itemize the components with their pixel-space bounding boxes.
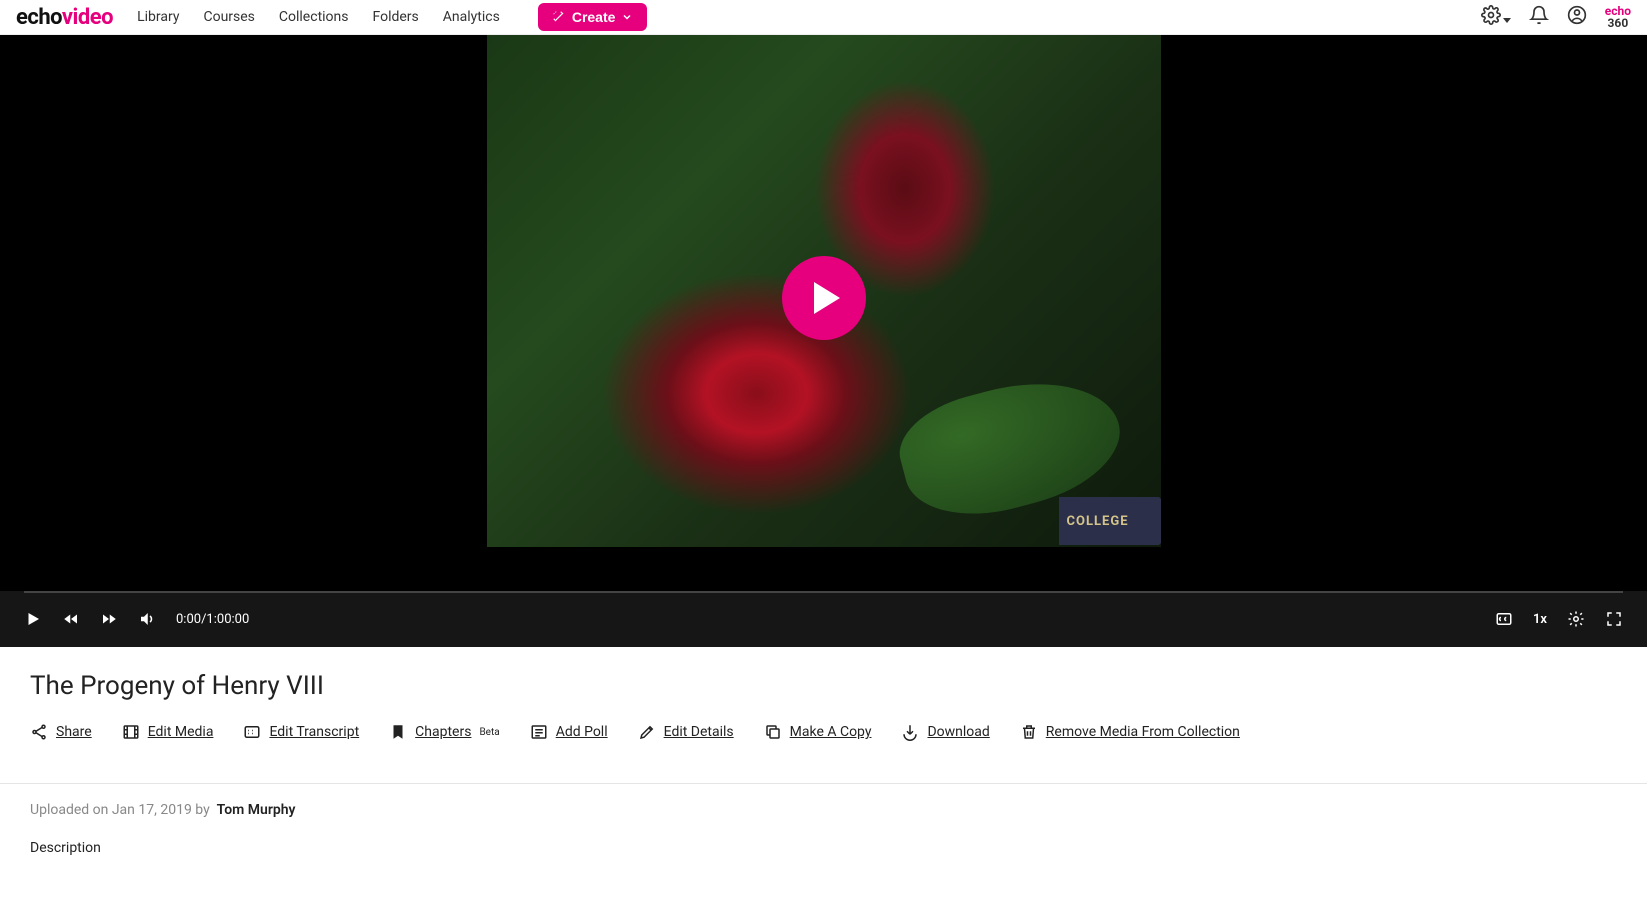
brand-logo[interactable]: echovideo [16,5,113,30]
rewind-icon[interactable] [62,610,80,628]
chevron-down-icon [621,11,633,23]
nav-folders[interactable]: Folders [373,9,419,25]
watermark-text: COLLEGE [1067,514,1129,529]
by-text: by [192,802,213,818]
progress-bar[interactable] [24,591,1623,593]
video-watermark: COLLEGE [1059,497,1159,545]
controls-right: 1x [1495,610,1623,628]
main-scroll-area[interactable]: COLLEGE 0:00/1:00:00 1x The Progeny of H… [0,35,1647,918]
account-button[interactable] [1567,5,1587,29]
edit-transcript-action[interactable]: Edit Transcript [243,723,359,741]
add-poll-action[interactable]: Add Poll [530,723,608,741]
nav-links: Library Courses Collections Folders Anal… [137,3,647,31]
player-controls: 0:00/1:00:00 1x [0,591,1647,647]
nav-right: echo 360 [1481,5,1631,29]
share-action[interactable]: Share [30,723,92,741]
fast-forward-icon[interactable] [100,610,118,628]
nav-library[interactable]: Library [137,9,179,25]
upload-info: Uploaded on Jan 17, 2019 by Tom Murphy [30,802,1617,818]
play-icon[interactable] [24,610,42,628]
make-copy-label: Make A Copy [790,724,872,740]
edit-details-label: Edit Details [664,724,734,740]
nav-courses[interactable]: Courses [203,9,254,25]
share-label: Share [56,724,92,740]
user-circle-icon [1567,5,1587,25]
poll-icon [530,723,548,741]
create-label: Create [572,9,616,25]
share-icon [30,723,48,741]
chapters-label: Chapters [415,724,471,740]
edit-media-label: Edit Media [148,724,214,740]
create-button[interactable]: Create [538,3,648,31]
captions-icon[interactable] [1495,610,1513,628]
time-display: 0:00/1:00:00 [176,612,249,627]
edit-media-action[interactable]: Edit Media [122,723,214,741]
gear-icon [1481,5,1501,25]
make-copy-action[interactable]: Make A Copy [764,723,872,741]
caret-down-icon [1503,18,1511,23]
edit-transcript-label: Edit Transcript [269,724,359,740]
echo360-logo[interactable]: echo 360 [1605,5,1631,29]
download-action[interactable]: Download [901,723,989,741]
player-settings-icon[interactable] [1567,610,1585,628]
copy-icon [764,723,782,741]
bell-icon [1529,5,1549,25]
video-player-region: COLLEGE [0,35,1647,591]
download-label: Download [927,724,989,740]
chapters-badge: Beta [479,727,499,738]
download-icon [901,723,919,741]
film-icon [122,723,140,741]
bookmark-icon [389,723,407,741]
transcript-icon [243,723,261,741]
settings-gear-button[interactable] [1481,5,1511,29]
brand-part2: video [62,5,113,30]
remove-action[interactable]: Remove Media From Collection [1020,723,1240,741]
uploaded-date: Jan 17, 2019 [112,802,192,818]
notifications-button[interactable] [1529,5,1549,29]
play-button[interactable] [782,256,866,340]
author-name[interactable]: Tom Murphy [217,802,296,818]
video-actions: Share Edit Media Edit Transcript Chapter… [30,723,1617,765]
remove-label: Remove Media From Collection [1046,724,1240,740]
video-meta: Uploaded on Jan 17, 2019 by Tom Murphy D… [0,784,1647,874]
nav-analytics[interactable]: Analytics [443,9,500,25]
uploaded-prefix: Uploaded on [30,802,112,818]
description-label: Description [30,840,1617,856]
pencil-icon [638,723,656,741]
volume-icon[interactable] [138,610,156,628]
video-details: The Progeny of Henry VIII Share Edit Med… [0,647,1647,783]
nav-collections[interactable]: Collections [279,9,349,25]
add-poll-label: Add Poll [556,724,608,740]
trash-icon [1020,723,1038,741]
playback-speed[interactable]: 1x [1533,612,1547,627]
brand-part1: echo [16,5,62,30]
small-logo-line2: 360 [1605,17,1631,29]
chapters-action[interactable]: Chapters Beta [389,723,500,741]
top-nav: echovideo Library Courses Collections Fo… [0,0,1647,35]
edit-details-action[interactable]: Edit Details [638,723,734,741]
video-title: The Progeny of Henry VIII [30,671,1617,701]
wand-icon [552,10,566,24]
fullscreen-icon[interactable] [1605,610,1623,628]
